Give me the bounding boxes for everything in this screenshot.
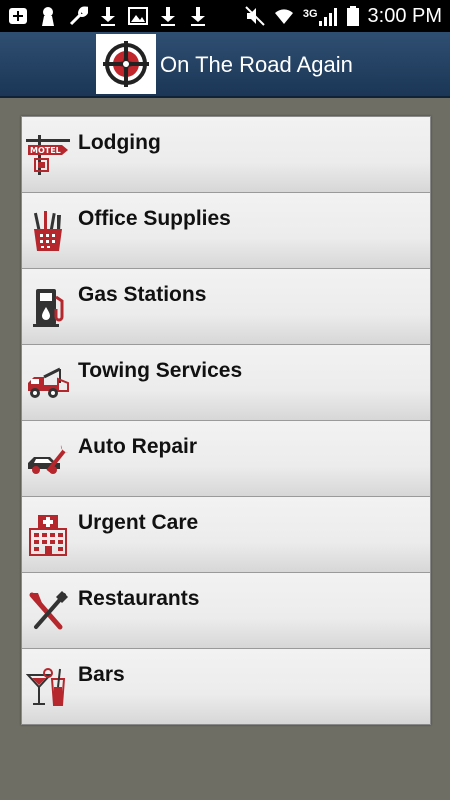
- tow-truck-icon: [28, 367, 69, 398]
- category-list: MOTEL Lodging Office Supplies Gas Statio…: [21, 116, 431, 725]
- list-item-towing-services[interactable]: Towing Services: [22, 345, 430, 421]
- status-bar: 3G 3:00 PM: [0, 0, 450, 32]
- list-item-label: Towing Services: [78, 359, 243, 382]
- list-item-urgent-care[interactable]: Urgent Care: [22, 497, 430, 573]
- image-icon: [128, 7, 148, 25]
- notification-icons: [8, 5, 208, 27]
- mute-icon: [245, 6, 265, 26]
- cocktail-icon: [26, 668, 66, 706]
- svg-text:MOTEL: MOTEL: [30, 146, 61, 155]
- add-icon: [9, 8, 27, 24]
- list-item-gas-stations[interactable]: Gas Stations: [22, 269, 430, 345]
- list-item-label: Office Supplies: [78, 207, 231, 230]
- network-indicator: 3G: [303, 5, 338, 27]
- network-type: 3G: [302, 8, 318, 20]
- battery-icon: [346, 6, 359, 26]
- list-item-label: Auto Repair: [78, 435, 198, 458]
- list-item-auto-repair[interactable]: Auto Repair: [22, 421, 430, 497]
- compass-logo-icon: [103, 41, 149, 87]
- office-supplies-icon: [33, 211, 62, 251]
- wrench-icon: [69, 6, 88, 26]
- list-item-restaurants[interactable]: Restaurants: [22, 573, 430, 649]
- list-item-label: Urgent Care: [78, 511, 199, 534]
- list-item-label: Restaurants: [78, 587, 200, 610]
- list-item-lodging[interactable]: MOTEL Lodging: [22, 117, 430, 193]
- motel-icon: MOTEL: [26, 135, 70, 175]
- download-icon: [191, 7, 205, 26]
- list-item-label: Bars: [78, 663, 125, 686]
- compass-logo: [96, 34, 156, 94]
- list-item-label: Lodging: [78, 131, 161, 154]
- app-header: On The Road Again: [0, 32, 450, 98]
- system-icons: 3G 3:00 PM: [245, 0, 442, 32]
- wifi-icon: [274, 9, 293, 24]
- list-item-office-supplies[interactable]: Office Supplies: [22, 193, 430, 269]
- list-item-bars[interactable]: Bars: [22, 649, 430, 724]
- list-item-label: Gas Stations: [78, 283, 207, 306]
- app-title: On The Road Again: [160, 52, 353, 77]
- fork-knife-icon: [29, 591, 68, 630]
- signal-icon: [318, 8, 337, 26]
- download-icon: [161, 7, 175, 26]
- download-icon: [101, 7, 115, 26]
- gas-pump-icon: [33, 289, 64, 327]
- keyhole-icon: [42, 7, 54, 26]
- car-wrench-icon: [28, 445, 68, 474]
- clock: 3:00 PM: [367, 4, 442, 27]
- hospital-icon: [29, 515, 67, 556]
